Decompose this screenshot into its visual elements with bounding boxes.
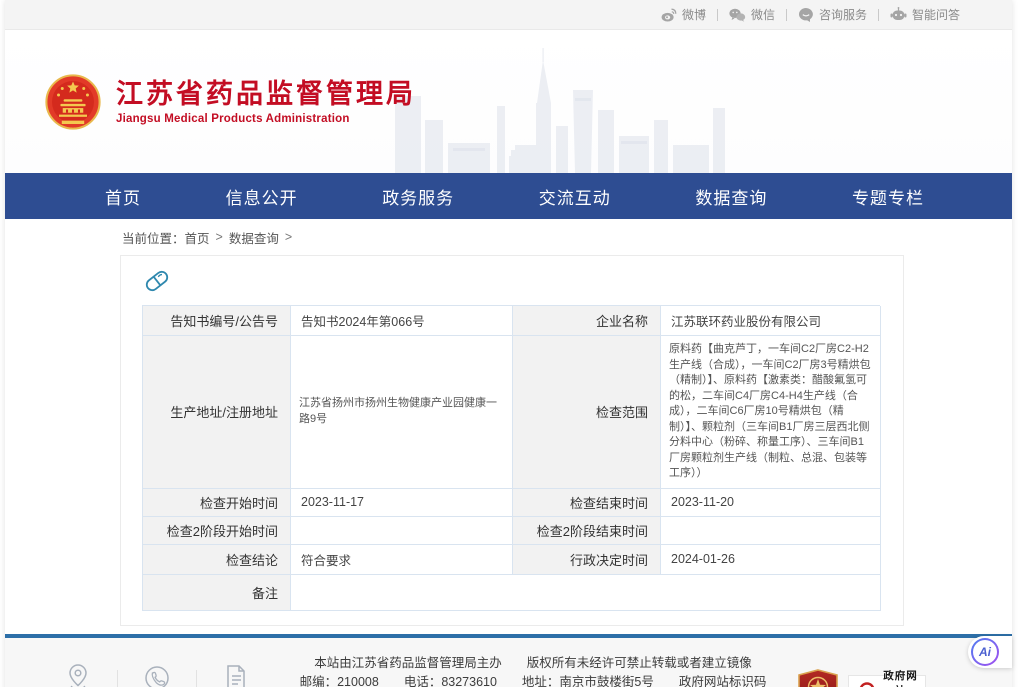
ai-assistant-button[interactable]: Ai (968, 636, 1012, 668)
main-nav: 首页 信息公开 政务服务 交流互动 数据查询 专题专栏 (5, 173, 1012, 219)
magnifier-icon (854, 681, 876, 687)
inspection-detail-table: 告知书编号/公告号告知书2024年第066号企业名称江苏联环药业股份有限公司生产… (142, 305, 880, 611)
nav-item-3[interactable]: 交流互动 (539, 184, 611, 209)
ai-icon: Ai (971, 638, 999, 666)
nav-item-0[interactable]: 首页 (105, 184, 141, 209)
table-row: 告知书编号/公告号告知书2024年第066号企业名称江苏联环药业股份有限公司 (143, 306, 880, 336)
topbar-divider (878, 9, 879, 21)
field-value (291, 575, 881, 611)
footer-link-divider (196, 670, 197, 687)
privacy-doc-icon (223, 663, 249, 687)
national-emblem-icon (45, 74, 101, 130)
government-shield-badge[interactable]: 党政机关 (797, 669, 839, 687)
top-utility-bar: 微博 微信 咨询服务 智能问答 (5, 0, 1012, 30)
page: 微博 微信 咨询服务 智能问答 (5, 0, 1012, 687)
breadcrumb-prefix: 当前位置： (122, 228, 185, 247)
field-value (661, 517, 881, 545)
field-value: 江苏省扬州市扬州生物健康产业园健康一路9号 (291, 336, 513, 489)
footer-link-1[interactable]: 联系方式 (124, 663, 190, 687)
field-value (291, 517, 513, 545)
topbar-item-0[interactable]: 微博 (661, 6, 706, 23)
footer-line-sponsor: 本站由江苏省药品监督管理局主办 版权所有未经许可禁止转载或者建立镜像 (269, 654, 797, 674)
field-value: 符合要求 (291, 545, 513, 575)
topbar-item-2[interactable]: 咨询服务 (798, 6, 867, 23)
weibo-icon (661, 8, 677, 22)
nav-item-2[interactable]: 政务服务 (382, 184, 454, 209)
breadcrumb-separator: > (216, 230, 223, 244)
topbar-item-1[interactable]: 微信 (729, 6, 775, 23)
footer-link-divider (117, 670, 118, 687)
field-label: 行政决定时间 (513, 545, 661, 575)
footer-badges: 党政机关 政府网站 找错 (797, 669, 926, 687)
field-value: 2023-11-17 (291, 489, 513, 517)
topbar-links: 微博 微信 咨询服务 智能问答 (661, 6, 960, 23)
footer-line-contact: 邮编：210008 电话：83273610 地址：南京市鼓楼街5号 政府网站标识… (269, 673, 797, 687)
breadcrumb-link-1[interactable]: 数据查询 (229, 228, 279, 247)
topbar-divider (786, 9, 787, 21)
main-content: 告知书编号/公告号告知书2024年第066号企业名称江苏联环药业股份有限公司生产… (5, 255, 1012, 632)
field-value: 2023-11-20 (661, 489, 881, 517)
field-label: 检查结束时间 (513, 489, 661, 517)
nav-item-4[interactable]: 数据查询 (695, 184, 767, 209)
topbar-item-label: 微博 (682, 6, 706, 23)
footer-body: 网站导航联系方式隐私申明 本站由江苏省药品监督管理局主办 版权所有未经许可禁止转… (5, 638, 1012, 687)
field-label: 检查范围 (513, 336, 661, 489)
site-title: 江苏省药品监督管理局 (116, 79, 416, 109)
field-value: 告知书2024年第066号 (291, 306, 513, 336)
breadcrumb-links: 首页 > 数据查询 > (185, 228, 299, 247)
field-label: 检查开始时间 (143, 489, 291, 517)
table-row: 检查2阶段开始时间 检查2阶段结束时间 (143, 517, 880, 545)
topbar-item-label: 智能问答 (912, 6, 960, 23)
footer-info: 本站由江苏省药品监督管理局主办 版权所有未经许可禁止转载或者建立镜像 邮编：21… (269, 654, 797, 687)
chat-service-icon (798, 7, 814, 22)
pill-icon (142, 266, 172, 296)
field-label: 检查结论 (143, 545, 291, 575)
nav-item-1[interactable]: 信息公开 (226, 184, 298, 209)
field-label: 检查2阶段开始时间 (143, 517, 291, 545)
field-label: 检查2阶段结束时间 (513, 517, 661, 545)
table-row: 备注 (143, 575, 880, 611)
wechat-icon (729, 8, 746, 22)
robot-qa-icon (890, 7, 907, 22)
breadcrumb-link-0[interactable]: 首页 (185, 228, 210, 247)
city-skyline-graphic (393, 48, 728, 173)
error-badge-text: 政府网站 找错 (881, 668, 920, 687)
footer-quick-links: 网站导航联系方式隐私申明 (45, 663, 269, 687)
table-row: 检查开始时间2023-11-17检查结束时间2023-11-20 (143, 489, 880, 517)
website-error-report-badge[interactable]: 政府网站 找错 (848, 675, 926, 687)
footer-link-0[interactable]: 网站导航 (45, 663, 111, 687)
topbar-divider (717, 9, 718, 21)
field-label: 备注 (143, 575, 291, 611)
breadcrumb: 当前位置： 首页 > 数据查询 > (5, 219, 1012, 255)
detail-panel: 告知书编号/公告号告知书2024年第066号企业名称江苏联环药业股份有限公司生产… (120, 255, 904, 626)
field-value: 2024-01-26 (661, 545, 881, 575)
field-label: 告知书编号/公告号 (143, 306, 291, 336)
field-value: 原料药【曲克芦丁，一车间C2厂房C2-H2生产线（合成），一车间C2厂房3号精烘… (661, 336, 881, 489)
nav-item-5[interactable]: 专题专栏 (852, 184, 924, 209)
site-footer: Ai 网站导航联系方式隐私申明 本站由江苏省药品监督管理局主办 版权所有未经许可… (5, 634, 1012, 687)
site-title-english: Jiangsu Medical Products Administration (116, 113, 416, 125)
footer-link-2[interactable]: 隐私申明 (203, 663, 269, 687)
field-label: 企业名称 (513, 306, 661, 336)
site-map-icon (64, 663, 92, 687)
field-value: 江苏联环药业股份有限公司 (661, 306, 881, 336)
phone-icon (143, 663, 171, 687)
site-logo[interactable]: 江苏省药品监督管理局 Jiangsu Medical Products Admi… (45, 74, 416, 130)
topbar-item-label: 咨询服务 (819, 6, 867, 23)
site-header: 江苏省药品监督管理局 Jiangsu Medical Products Admi… (5, 30, 1012, 173)
topbar-item-3[interactable]: 智能问答 (890, 6, 960, 23)
table-row: 生产地址/注册地址江苏省扬州市扬州生物健康产业园健康一路9号检查范围原料药【曲克… (143, 336, 880, 489)
topbar-item-label: 微信 (751, 6, 775, 23)
table-row: 检查结论符合要求行政决定时间2024-01-26 (143, 545, 880, 575)
field-label: 生产地址/注册地址 (143, 336, 291, 489)
breadcrumb-separator: > (285, 230, 292, 244)
